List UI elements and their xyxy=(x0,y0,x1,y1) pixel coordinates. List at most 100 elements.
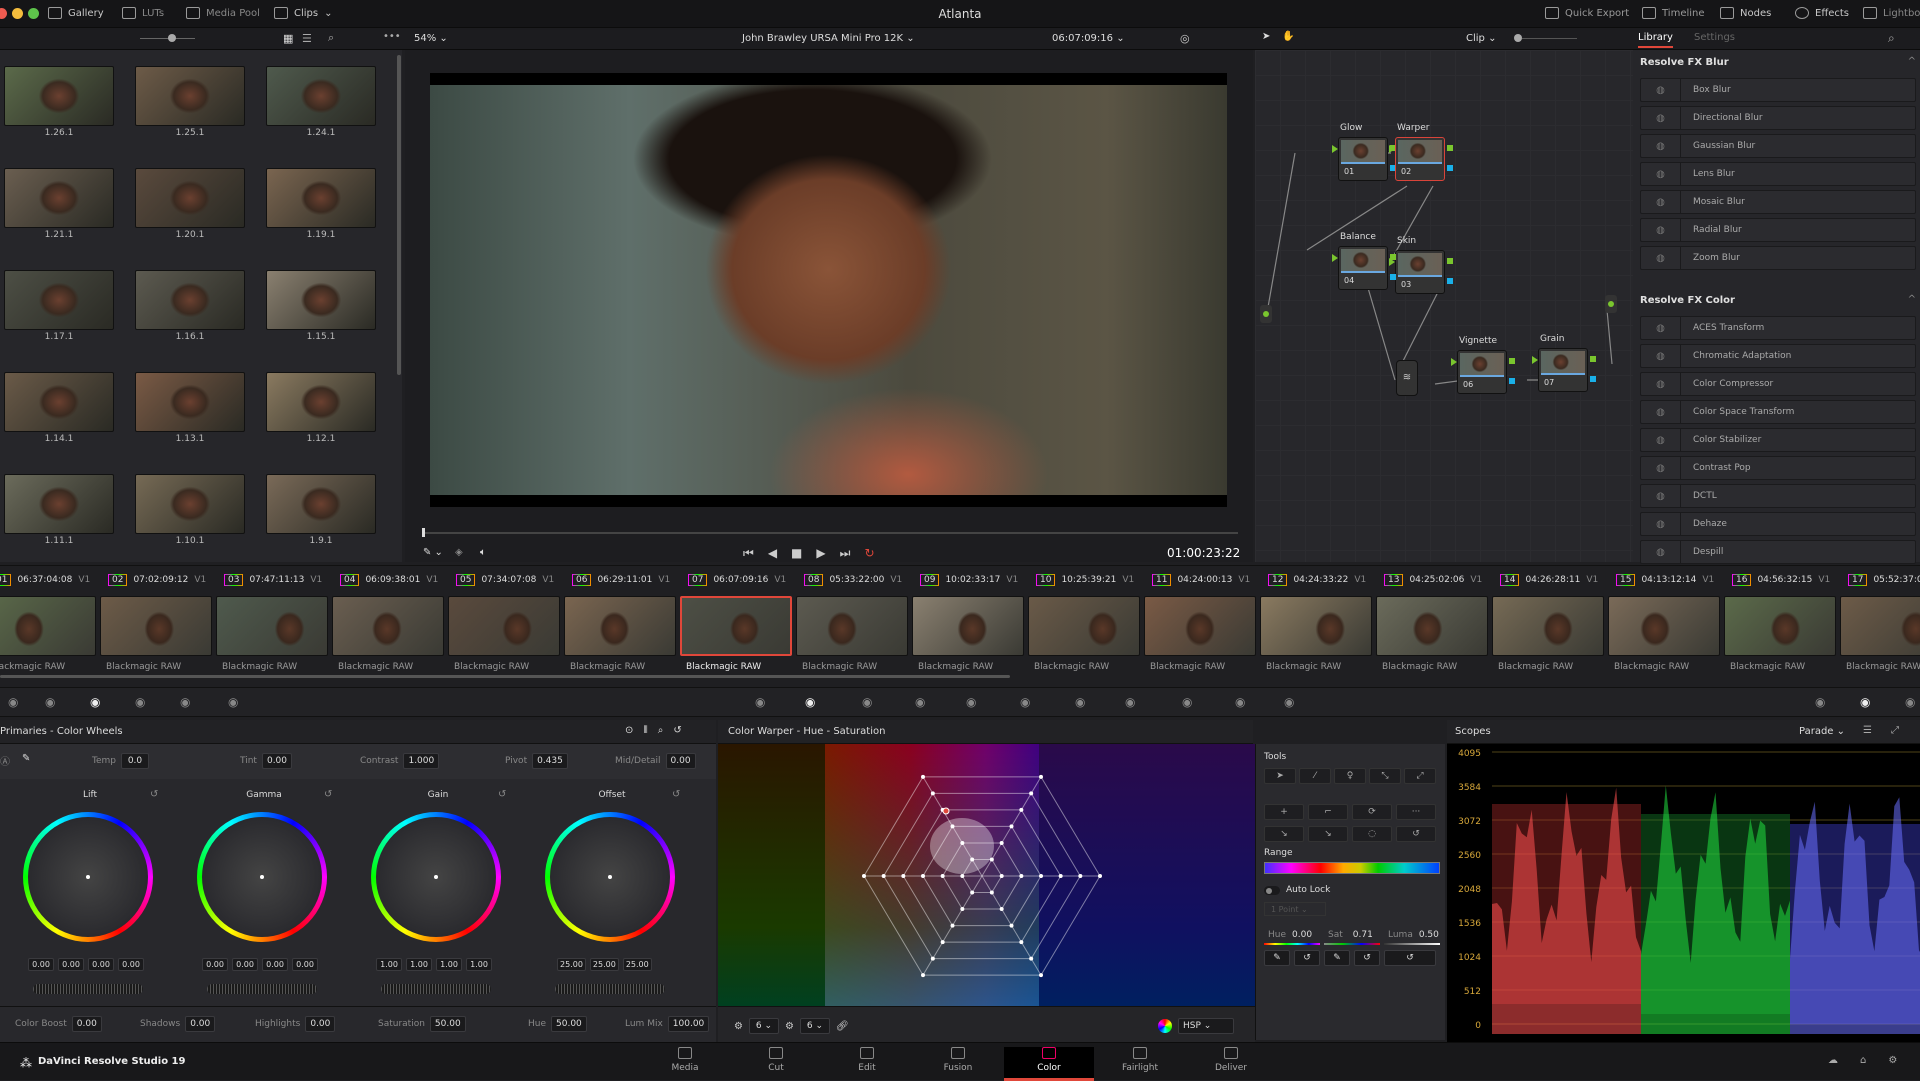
gallery-still[interactable] xyxy=(4,270,114,330)
rgb-input-icon[interactable] xyxy=(1451,358,1457,366)
effect-item[interactable]: ◍ Chromatic Adaptation xyxy=(1640,344,1916,368)
luma-reset-button[interactable]: ↺ xyxy=(1384,950,1436,966)
mid-detail-field[interactable]: 0.00 xyxy=(665,753,696,769)
warper-canvas[interactable] xyxy=(718,744,1255,1006)
hue-reset-button[interactable]: ↺ xyxy=(1294,950,1320,966)
effect-item[interactable]: ◍ ACES Transform xyxy=(1640,316,1916,340)
gallery-still[interactable] xyxy=(4,168,114,228)
node-balance[interactable]: 04 xyxy=(1338,246,1388,290)
effect-item[interactable]: ◍ Mosaic Blur xyxy=(1640,190,1916,214)
master-wheel-jog[interactable] xyxy=(555,984,665,994)
effect-item[interactable]: ◍ Dehaze xyxy=(1640,512,1916,536)
warper-tool-button[interactable]: + xyxy=(1264,804,1304,820)
warper-control-point[interactable] xyxy=(1029,956,1034,961)
play-reverse-icon[interactable]: ◀ xyxy=(768,546,777,561)
warper-control-point[interactable] xyxy=(921,874,925,878)
clip-strip-scrollbar[interactable] xyxy=(0,675,1010,678)
warper-control-point[interactable] xyxy=(1019,874,1024,878)
gallery-still[interactable] xyxy=(266,168,376,228)
warper-control-point[interactable] xyxy=(1019,807,1024,812)
wheel-value-field[interactable]: 0.00 xyxy=(262,958,288,971)
wipe-icon[interactable]: ◎ xyxy=(1180,32,1190,45)
gallery-still[interactable] xyxy=(135,66,245,126)
color-wheel-gamma[interactable] xyxy=(197,812,327,942)
search-icon[interactable]: ⌕ xyxy=(328,31,334,45)
node-zoom-slider[interactable] xyxy=(1514,34,1522,42)
wheel-value-field[interactable]: 0.00 xyxy=(232,958,258,971)
warper-control-point[interactable] xyxy=(1009,923,1014,928)
clip-thumbnail[interactable] xyxy=(1724,596,1836,656)
luma-value[interactable]: 0.50 xyxy=(1419,930,1439,940)
stop-icon[interactable]: ■ xyxy=(791,546,802,561)
page-tab-fairlight[interactable]: Fairlight xyxy=(1095,1047,1185,1073)
effect-item[interactable]: ◍ Zoom Blur xyxy=(1640,246,1916,270)
play-icon[interactable]: ▶ xyxy=(816,546,825,561)
sat-value[interactable]: 0.71 xyxy=(1353,930,1373,940)
adjust-field[interactable]: 0.00 xyxy=(71,1016,102,1032)
collapse-chevron-icon[interactable]: ^ xyxy=(1908,294,1916,305)
wheel-value-field[interactable]: 0.00 xyxy=(28,958,54,971)
layer-mixer-node[interactable]: ≋ xyxy=(1396,360,1418,396)
auto-balance-icon[interactable]: Ⓐ xyxy=(0,753,10,768)
warper-tool-button[interactable]: ⤢ xyxy=(1404,768,1436,784)
color-warper-icon[interactable]: ◉ xyxy=(805,695,815,709)
clip-thumbnail[interactable] xyxy=(0,596,96,656)
key-icon[interactable]: ◉ xyxy=(1125,695,1135,709)
page-tab-fusion[interactable]: Fusion xyxy=(913,1047,1003,1073)
warper-control-point[interactable] xyxy=(930,956,935,961)
tracker-icon[interactable]: ◉ xyxy=(966,695,976,709)
output-node[interactable] xyxy=(1605,295,1617,313)
auto-lock-toggle[interactable] xyxy=(1264,886,1280,895)
hue-pick-button[interactable]: ✎ xyxy=(1264,950,1290,966)
wheel-center-handle[interactable] xyxy=(260,875,264,879)
warper-control-point[interactable] xyxy=(930,791,935,796)
page-tab-color[interactable]: Color xyxy=(1004,1047,1094,1081)
sizing-icon[interactable]: ◉ xyxy=(1182,695,1192,709)
color-wheel-gain[interactable] xyxy=(371,812,501,942)
home-icon[interactable]: ⌂ xyxy=(1860,1055,1866,1066)
color-space-dropdown[interactable]: HSP ⌄ xyxy=(1178,1018,1234,1034)
wheel-value-field[interactable]: 0.00 xyxy=(118,958,144,971)
reset-icon[interactable]: ↺ xyxy=(673,725,681,736)
blur-icon[interactable]: ◉ xyxy=(1075,695,1085,709)
gallery-still[interactable] xyxy=(266,270,376,330)
wheel-center-handle[interactable] xyxy=(434,875,438,879)
wheel-value-field[interactable]: 0.00 xyxy=(292,958,318,971)
warper-control-point[interactable] xyxy=(960,907,965,912)
adjust-field[interactable]: 100.00 xyxy=(667,1016,710,1032)
color-wheel-offset[interactable] xyxy=(545,812,675,942)
wheel-value-field[interactable]: 0.00 xyxy=(88,958,114,971)
effect-item[interactable]: ◍ Radial Blur xyxy=(1640,218,1916,242)
page-tab-cut[interactable]: Cut xyxy=(731,1047,821,1073)
wheel-value-field[interactable]: 1.00 xyxy=(436,958,462,971)
sat-slider[interactable] xyxy=(1324,943,1380,945)
effect-item[interactable]: ◍ Color Stabilizer xyxy=(1640,428,1916,452)
tab-library[interactable]: Library xyxy=(1638,32,1673,48)
adjust-field[interactable]: 50.00 xyxy=(429,1016,466,1032)
loop-icon[interactable]: ↻ xyxy=(864,546,874,561)
node-glow[interactable]: 01 xyxy=(1338,137,1388,181)
alpha-output-icon[interactable] xyxy=(1447,278,1453,284)
effect-item[interactable]: ◍ Directional Blur xyxy=(1640,106,1916,130)
temp-field[interactable]: 0.0 xyxy=(121,753,149,769)
clip-thumbnail[interactable] xyxy=(1840,596,1920,656)
warper-control-point[interactable] xyxy=(970,890,975,895)
qualifier-icon[interactable]: ◉ xyxy=(862,695,872,709)
warper-control-point[interactable] xyxy=(1029,791,1034,796)
luma-slider[interactable] xyxy=(1384,943,1440,945)
points-dropdown[interactable]: 1 Point ⌄ xyxy=(1264,902,1326,916)
clip-thumbnail[interactable] xyxy=(1028,596,1140,656)
gallery-still[interactable] xyxy=(4,66,114,126)
effect-item[interactable]: ◍ Color Space Transform xyxy=(1640,400,1916,424)
scrubber-track[interactable] xyxy=(423,532,1238,534)
alpha-output-icon[interactable] xyxy=(1509,378,1515,384)
warper-tool-button[interactable]: ⌐ xyxy=(1308,804,1348,820)
slider-handle[interactable] xyxy=(168,34,176,42)
contrast-field[interactable]: 1.000 xyxy=(403,753,440,769)
sat-grid-dropdown[interactable]: 6 ⌄ xyxy=(799,1018,830,1034)
master-wheel-jog[interactable] xyxy=(207,984,317,994)
warper-control-point[interactable] xyxy=(921,973,925,978)
alpha-output-icon[interactable] xyxy=(1390,274,1396,280)
info-icon[interactable]: ◉ xyxy=(1905,695,1915,709)
clip-thumbnail[interactable] xyxy=(564,596,676,656)
